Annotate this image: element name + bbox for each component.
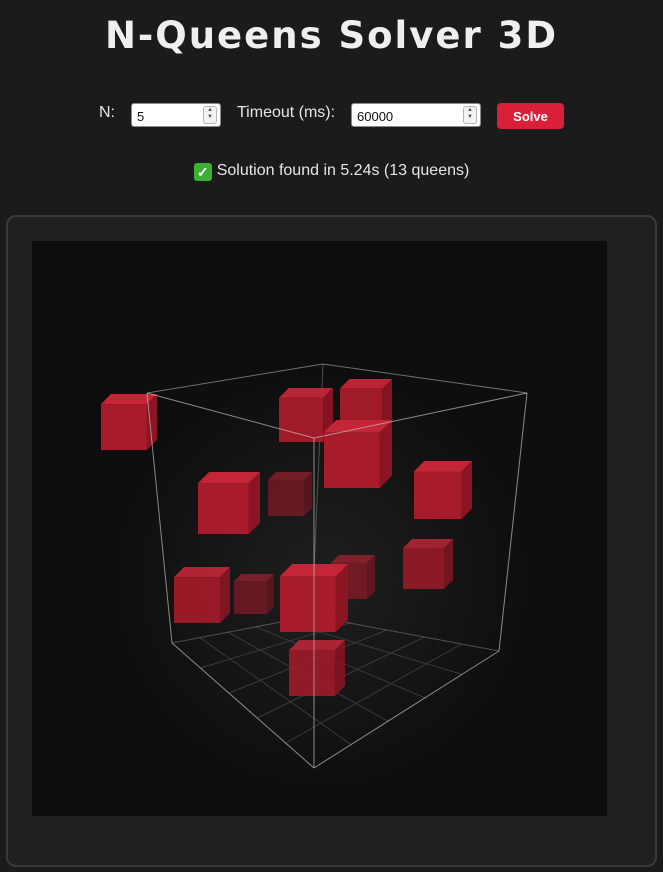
queen-cube-front bbox=[324, 432, 380, 488]
page-title: N-Queens Solver 3D bbox=[104, 14, 559, 57]
n-label: N: bbox=[99, 104, 115, 121]
scene-canvas bbox=[101, 363, 532, 791]
queen-cube bbox=[324, 420, 392, 488]
status-text: Solution found in 5.24s (13 queens) bbox=[216, 162, 470, 179]
n-stepper[interactable]: ▲ ▼ bbox=[203, 106, 217, 124]
queen-cube-front bbox=[174, 577, 220, 623]
queen-cube-front bbox=[280, 576, 336, 632]
status-message: ✓ Solution found in 5.24s (13 queens) bbox=[0, 162, 663, 181]
controls-bar: N: ▲▼ Timeout (ms): ▲▼ Solve bbox=[0, 101, 663, 131]
timeout-stepper[interactable]: ▲ ▼ bbox=[463, 106, 477, 124]
timeout-label: Timeout (ms): bbox=[237, 104, 336, 121]
queen-cube bbox=[174, 567, 230, 623]
queen-cube-front bbox=[279, 397, 324, 442]
solve-button[interactable]: Solve bbox=[497, 103, 564, 129]
queen-cube bbox=[234, 574, 274, 614]
queen-cube-front bbox=[414, 471, 462, 519]
queen-cube-front bbox=[198, 483, 249, 534]
timeout-input[interactable]: ▲▼ bbox=[351, 103, 481, 127]
check-mark-icon: ✓ bbox=[193, 163, 212, 181]
timeout-input-field[interactable] bbox=[352, 104, 480, 126]
queen-cube-front bbox=[403, 548, 444, 589]
queen-cube-front bbox=[289, 650, 335, 696]
queen-cube bbox=[198, 472, 260, 534]
queen-cube bbox=[289, 640, 345, 696]
3d-viewport[interactable] bbox=[32, 241, 607, 816]
queen-cube-front bbox=[234, 581, 267, 614]
queen-cube bbox=[403, 539, 453, 589]
queen-cube bbox=[414, 461, 472, 519]
queen-cube bbox=[268, 472, 312, 516]
queen-cube bbox=[101, 394, 157, 450]
n-input[interactable]: ▲▼ bbox=[131, 103, 221, 127]
queen-cube-front bbox=[268, 479, 305, 516]
queen-cube-front bbox=[101, 404, 147, 450]
